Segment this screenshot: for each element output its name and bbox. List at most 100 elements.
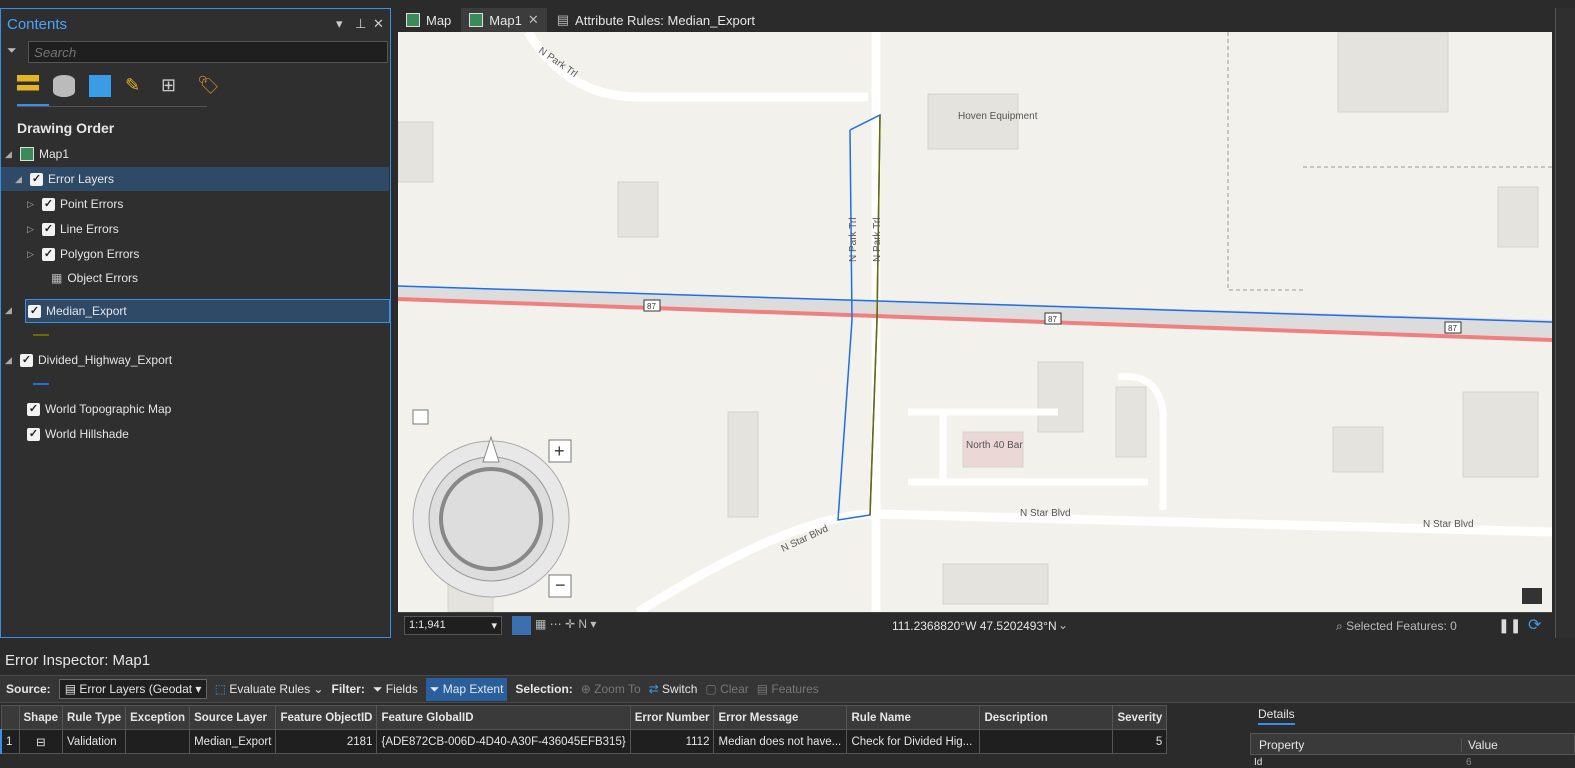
tab-map[interactable]: Map (398, 8, 459, 32)
close-icon[interactable]: ✕ (373, 16, 384, 32)
menu-icon[interactable]: ▾ (336, 16, 343, 32)
table-row[interactable]: 1 ⊟ Validation Median_Export 2181 {ADE87… (0, 729, 1168, 754)
map-view[interactable]: N Park Trl N Park Trl N Park Trl Hoven E… (398, 32, 1552, 612)
layer-world-topo[interactable]: ✓ World Topographic Map (27, 397, 171, 421)
map-tools-icons[interactable]: ▦ ⋯ ✛ N ▾ (535, 617, 596, 631)
tab-details[interactable]: Details (1258, 707, 1295, 725)
selection-icon[interactable] (89, 75, 111, 97)
col-header[interactable]: Severity (1112, 705, 1168, 730)
cell[interactable]: 2181 (275, 729, 378, 754)
col-header: Value (1461, 738, 1498, 752)
evaluate-rules-button[interactable]: ⬚ Evaluate Rules ⌄ (215, 682, 324, 696)
cell[interactable]: Check for Divided Hig... (846, 729, 981, 754)
cell[interactable]: Validation (62, 729, 127, 754)
inspector-toolbar: Source: ▤ Error Layers (Geodat ▾ ⬚ Evalu… (0, 675, 1575, 703)
drawing-order-icon[interactable] (17, 75, 39, 97)
svg-text:+: + (554, 441, 565, 461)
svg-text:87: 87 (647, 302, 656, 311)
cell[interactable] (125, 729, 191, 754)
road-label: N Park Trl (848, 218, 859, 262)
tab-label: Map1 (489, 12, 522, 28)
col-header[interactable]: Rule Type (62, 705, 127, 730)
close-icon[interactable]: ✕ (528, 12, 539, 28)
cell[interactable]: Median does not have... (713, 729, 848, 754)
checkbox[interactable]: ✓ (30, 172, 43, 186)
cell[interactable] (979, 729, 1114, 754)
tray-icon[interactable] (1522, 588, 1542, 604)
map-extent-button[interactable]: ⏷ Map Extent (425, 677, 508, 701)
filter-icon[interactable]: ⏷ (7, 43, 17, 58)
building (1115, 386, 1147, 458)
checkbox[interactable]: ✓ (27, 402, 40, 416)
layer-error-layers[interactable]: ◢ ✓ Error Layers (1, 167, 389, 191)
cell[interactable]: 1112 (629, 729, 715, 754)
checkbox[interactable]: ✓ (20, 353, 33, 367)
checkbox[interactable]: ✓ (42, 197, 55, 211)
switch-button[interactable]: ⇄ Switch (649, 682, 698, 696)
pin-icon[interactable]: ⊥ (355, 16, 366, 32)
cell[interactable]: 5 (1112, 729, 1168, 754)
layer-map1[interactable]: ◢ Map1 (5, 142, 69, 166)
pause-icon[interactable]: ❚❚ (1498, 617, 1521, 634)
boundary (1227, 32, 1303, 291)
tab-label: Attribute Rules: Median_Export (575, 12, 755, 28)
layer-label: Error Layers (48, 172, 115, 186)
col-header[interactable]: Feature GlobalID (376, 705, 631, 730)
coordinates-readout: 111.2368820°W 47.5202493°N (892, 619, 1057, 633)
checkbox[interactable]: ✓ (42, 247, 55, 261)
grid-toggle-icon[interactable] (512, 616, 531, 635)
tab-attribute-rules[interactable]: ▤ Attribute Rules: Median_Export (549, 8, 763, 32)
layer-label: Divided_Highway_Export (38, 353, 173, 367)
svg-text:87: 87 (1448, 324, 1457, 333)
editing-icon[interactable]: ✎ (125, 75, 147, 97)
expand-navigator-button[interactable] (412, 409, 429, 425)
road-label: N Star Blvd (1423, 519, 1474, 530)
refresh-icon[interactable]: ⟳ (1528, 615, 1541, 635)
layer-point-errors[interactable]: ▷ ✓ Point Errors (27, 192, 123, 216)
layer-object-errors[interactable]: ▦ Object Errors (51, 266, 138, 290)
cell[interactable]: {ADE872CB-006D-4D40-A30F-436045EFB315} (376, 729, 631, 754)
col-header[interactable]: Error Number (629, 705, 715, 730)
search-input[interactable] (28, 41, 388, 63)
checkbox[interactable]: ✓ (27, 427, 40, 441)
col-header: Property (1259, 738, 1305, 752)
col-header[interactable]: Rule Name (846, 705, 981, 730)
col-header[interactable]: Exception (125, 705, 191, 730)
col-header[interactable]: Error Message (713, 705, 848, 730)
navigator[interactable] (412, 435, 570, 598)
features-button[interactable]: ▤ Features (757, 682, 819, 696)
source-label: Source: (6, 682, 51, 696)
cell[interactable]: Median_Export (189, 729, 277, 754)
col-header[interactable]: Feature ObjectID (275, 705, 378, 730)
checkbox[interactable]: ✓ (42, 222, 55, 236)
layer-polygon-errors[interactable]: ▷ ✓ Polygon Errors (27, 242, 139, 266)
chevron-down-icon[interactable]: ⌄ (1058, 618, 1068, 632)
clear-button[interactable]: ▢ Clear (705, 682, 748, 696)
building (1462, 391, 1539, 478)
details-panel: Details Property Value Id 6 (1250, 705, 1575, 768)
layer-line-errors[interactable]: ▷ ✓ Line Errors (27, 217, 119, 241)
layer-label: World Hillshade (45, 427, 129, 441)
col-header[interactable]: Shape (18, 705, 64, 730)
fields-button[interactable]: ⏷ Fields (373, 682, 418, 697)
snapping-icon[interactable]: ⊞ (161, 75, 183, 97)
map-icon (406, 13, 420, 27)
hoven-label: Hoven Equipment (958, 111, 1038, 122)
layer-label: Object Errors (67, 271, 139, 285)
layer-divided-highway[interactable]: ◢ ✓ Divided_Highway_Export (5, 348, 172, 372)
tab-map1[interactable]: Map1 ✕ (461, 8, 547, 32)
layer-world-hillshade[interactable]: ✓ World Hillshade (27, 422, 129, 446)
col-header[interactable]: Description (979, 705, 1114, 730)
poi-label: North 40 Bar (966, 440, 1023, 451)
labeling-icon[interactable]: 🏷 (197, 75, 220, 97)
source-select[interactable]: ▤ Error Layers (Geodat ▾ (58, 679, 207, 699)
scale-select[interactable]: 1:1,941 ▾ (404, 616, 502, 635)
selected-features[interactable]: ⌕ Selected Features: 0 (1336, 619, 1457, 634)
building (1332, 426, 1384, 473)
checkbox[interactable]: ✓ (28, 304, 41, 318)
layer-median-export[interactable]: ✓ Median_Export (25, 299, 390, 323)
layer-label: Polygon Errors (60, 247, 140, 261)
zoom-to-button[interactable]: ⊕ Zoom To (581, 682, 641, 696)
col-header[interactable]: Source Layer (189, 705, 277, 730)
data-source-icon[interactable] (53, 75, 75, 97)
